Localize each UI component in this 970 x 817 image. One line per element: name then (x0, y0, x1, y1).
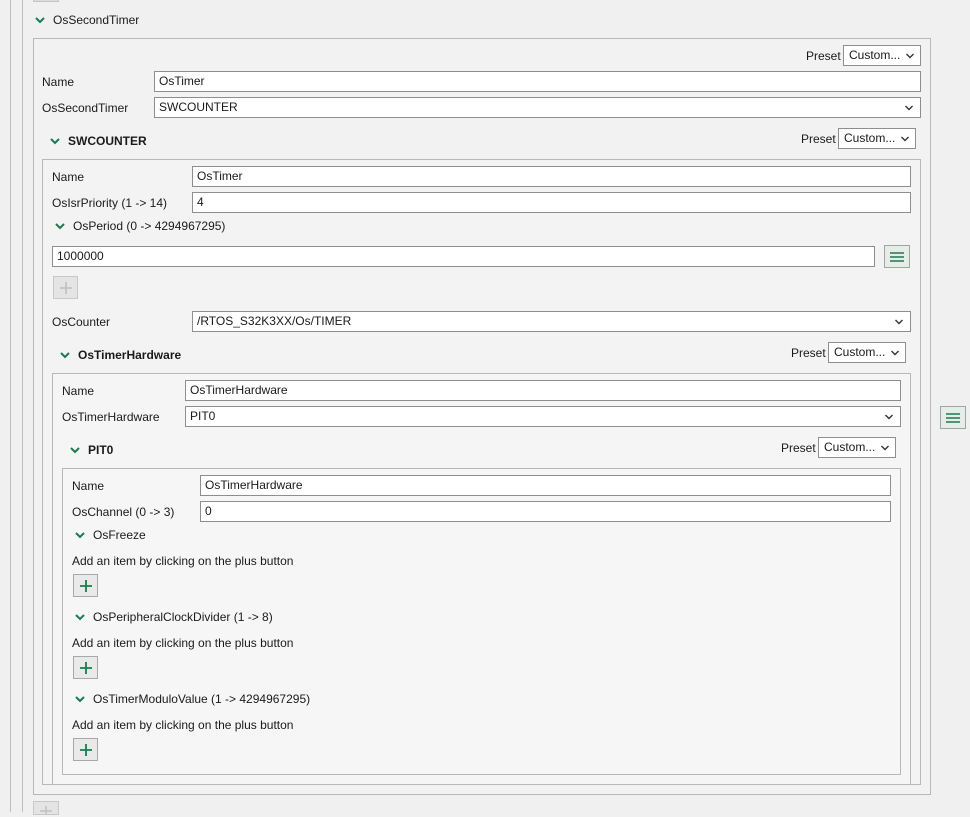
dropdown-arrow-icon (902, 46, 918, 65)
field-label-name: Name (72, 479, 105, 493)
chevron-down-icon[interactable] (54, 220, 66, 232)
chevron-down-icon[interactable] (74, 693, 86, 705)
plus-icon (79, 743, 92, 756)
os-channel-input[interactable]: 0 (200, 501, 891, 522)
field-label-isr-priority: OsIsrPriority (1 -> 14) (52, 196, 168, 210)
os-period-input[interactable]: 1000000 (52, 246, 875, 267)
preset-label: Preset (781, 441, 816, 455)
add-clock-divider-button[interactable] (73, 656, 98, 679)
preset-select[interactable]: Custom... (828, 342, 906, 363)
field-label-name: Name (62, 384, 95, 398)
isr-priority-input[interactable]: 4 (192, 192, 911, 213)
section-title-os-timer-hardware[interactable]: OsTimerHardware (78, 348, 181, 362)
dropdown-arrow-icon (897, 129, 913, 148)
dropdown-arrow-icon (881, 407, 897, 426)
add-item-hint: Add an item by clicking on the plus butt… (72, 636, 294, 650)
chevron-down-icon[interactable] (49, 135, 61, 147)
preset-label: Preset (806, 49, 841, 63)
preset-select[interactable]: Custom... (838, 128, 916, 149)
chevron-down-icon[interactable] (74, 611, 86, 623)
name-input[interactable]: OsTimerHardware (200, 475, 891, 496)
previous-add-button-stub (33, 0, 59, 2)
add-freeze-button[interactable] (73, 574, 98, 597)
next-add-button-stub (33, 801, 59, 815)
tree-guide-line (10, 0, 11, 812)
name-input[interactable]: OsTimer (192, 166, 911, 187)
section-title-pit0[interactable]: PIT0 (88, 443, 113, 457)
chevron-down-icon[interactable] (59, 349, 71, 361)
os-counter-select[interactable]: /RTOS_S32K3XX/Os/TIMER (192, 311, 911, 332)
field-label-os-channel: OsChannel (0 -> 3) (72, 505, 175, 519)
dropdown-arrow-icon (891, 312, 907, 331)
field-label-os-counter: OsCounter (52, 315, 111, 329)
side-menu-button[interactable] (940, 406, 966, 429)
add-item-hint: Add an item by clicking on the plus butt… (72, 718, 294, 732)
add-period-button[interactable] (53, 276, 78, 299)
hamburger-menu-icon (890, 251, 904, 262)
list-menu-button[interactable] (884, 245, 910, 268)
field-label-name: Name (42, 75, 75, 89)
dropdown-arrow-icon (877, 438, 893, 457)
name-input[interactable]: OsTimerHardware (185, 380, 901, 401)
plus-icon (79, 579, 92, 592)
section-title-swcounter[interactable]: SWCOUNTER (68, 134, 147, 148)
preset-select[interactable]: Custom... (843, 45, 921, 66)
section-title-os-freeze[interactable]: OsFreeze (93, 528, 146, 542)
section-title-os-second-timer[interactable]: OsSecondTimer (53, 13, 139, 27)
plus-icon (59, 281, 72, 294)
os-second-timer-select[interactable]: SWCOUNTER (154, 97, 921, 118)
os-timer-hardware-select[interactable]: PIT0 (185, 406, 901, 427)
preset-label: Preset (801, 132, 836, 146)
add-item-hint: Add an item by clicking on the plus butt… (72, 554, 294, 568)
chevron-down-icon[interactable] (69, 444, 81, 456)
add-modulo-value-button[interactable] (73, 738, 98, 761)
dropdown-arrow-icon (901, 98, 917, 117)
dropdown-arrow-icon (887, 343, 903, 362)
field-label-os-timer-hardware: OsTimerHardware (62, 410, 160, 424)
field-label-name: Name (52, 170, 85, 184)
section-title-modulo-value[interactable]: OsTimerModuloValue (1 -> 4294967295) (93, 692, 310, 706)
chevron-down-icon[interactable] (34, 14, 46, 26)
plus-icon (79, 661, 92, 674)
plus-icon (40, 806, 52, 814)
preset-select[interactable]: Custom... (818, 437, 896, 458)
chevron-down-icon[interactable] (74, 529, 86, 541)
field-label-os-second-timer: OsSecondTimer (42, 101, 129, 115)
section-title-os-period[interactable]: OsPeriod (0 -> 4294967295) (73, 219, 225, 233)
hamburger-menu-icon (946, 412, 960, 423)
preset-label: Preset (791, 346, 826, 360)
tree-guide-line (22, 0, 23, 812)
name-input[interactable]: OsTimer (154, 71, 921, 92)
section-title-clock-divider[interactable]: OsPeripheralClockDivider (1 -> 8) (93, 610, 273, 624)
